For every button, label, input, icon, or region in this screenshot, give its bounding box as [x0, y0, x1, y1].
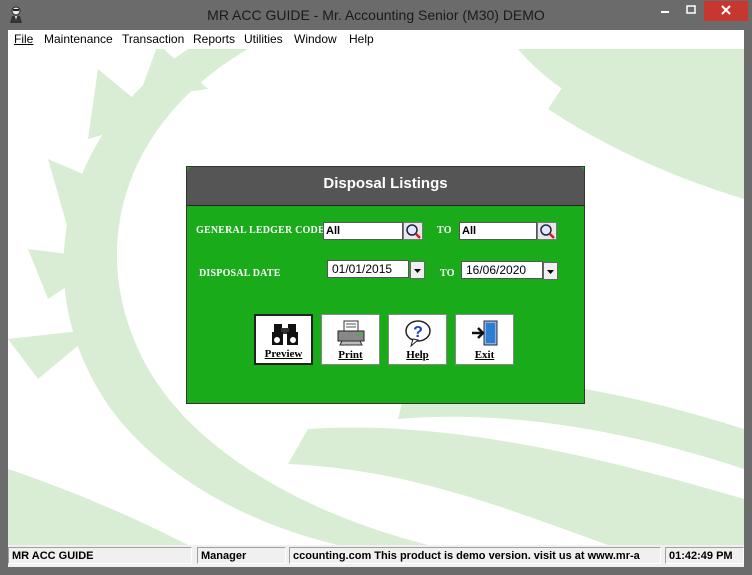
dialog-title: Disposal Listings — [187, 167, 584, 206]
gl-code-from-lookup-button[interactable] — [403, 222, 423, 240]
gl-code-from-input[interactable]: All — [323, 222, 403, 240]
chevron-down-icon — [547, 270, 554, 274]
binoculars-icon — [272, 324, 298, 345]
window-title: MR ACC GUIDE - Mr. Accounting Senior (M3… — [207, 7, 545, 23]
minimize-icon — [661, 11, 669, 13]
preview-label: Preview — [264, 348, 303, 360]
help-label: Help — [406, 349, 429, 361]
gl-code-to-input[interactable]: All — [459, 222, 537, 240]
close-button[interactable] — [704, 1, 748, 21]
date-from-dropdown-button[interactable] — [410, 261, 425, 279]
app-window: MR ACC GUIDE - Mr. Accounting Senior (M3… — [0, 0, 752, 575]
date-to-dropdown-button[interactable] — [543, 262, 558, 280]
exit-door-icon — [472, 320, 498, 346]
magnifier-icon — [540, 224, 555, 239]
menu-transaction[interactable]: Transaction — [122, 32, 184, 46]
menu-file[interactable]: File — [14, 32, 33, 46]
magnifier-icon — [406, 224, 421, 239]
exit-button[interactable]: Exit — [455, 314, 514, 365]
title-bar: MR ACC GUIDE - Mr. Accounting Senior (M3… — [0, 0, 752, 30]
menu-bar: File Maintenance Transaction Reports Uti… — [8, 30, 744, 49]
disposal-date-label: DISPOSAL DATE — [199, 268, 281, 279]
chevron-down-icon — [414, 269, 421, 273]
status-bar: MR ACC GUIDE Manager ccounting.com This … — [8, 545, 744, 567]
menu-reports[interactable]: Reports — [193, 32, 235, 46]
svg-text:?: ? — [413, 324, 423, 341]
print-button[interactable]: Print — [321, 314, 380, 365]
menu-utilities[interactable]: Utilities — [244, 32, 283, 46]
close-icon — [721, 5, 731, 15]
maximize-icon — [686, 5, 696, 14]
preview-button[interactable]: Preview — [254, 314, 313, 365]
status-app-name: MR ACC GUIDE — [8, 547, 192, 564]
exit-label: Exit — [474, 349, 495, 361]
menu-window[interactable]: Window — [294, 32, 337, 46]
menu-maintenance[interactable]: Maintenance — [44, 32, 113, 46]
date-to-label: TO — [440, 268, 455, 279]
status-user: Manager — [197, 547, 286, 564]
minimize-button[interactable] — [652, 1, 678, 21]
disposal-date-from-input[interactable]: 01/01/2015 — [327, 260, 409, 278]
disposal-date-to-input[interactable]: 16/06/2020 — [461, 261, 543, 279]
help-button[interactable]: ? Help — [388, 314, 447, 365]
menu-help[interactable]: Help — [349, 32, 374, 46]
gl-to-label: TO — [437, 225, 452, 236]
disposal-listings-dialog: Disposal Listings GENERAL LEDGER CODE Al… — [186, 166, 585, 404]
status-message: ccounting.com This product is demo versi… — [289, 547, 661, 564]
help-question-icon: ? — [405, 320, 431, 347]
printer-icon — [337, 320, 365, 346]
print-label: Print — [338, 349, 363, 361]
maximize-button[interactable] — [678, 1, 704, 21]
gl-code-label: GENERAL LEDGER CODE — [196, 225, 325, 236]
status-time: 01:42:49 PM — [665, 547, 744, 564]
mdi-workspace: Disposal Listings GENERAL LEDGER CODE Al… — [8, 49, 744, 545]
gl-code-to-lookup-button[interactable] — [537, 222, 557, 240]
